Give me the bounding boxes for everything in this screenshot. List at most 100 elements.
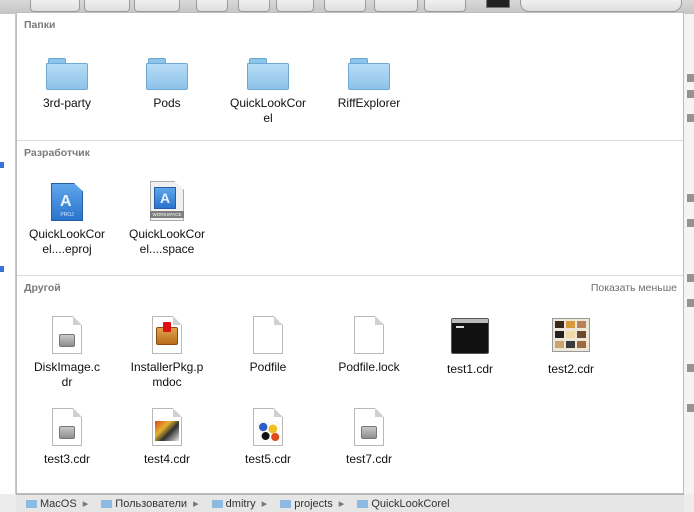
selection-marker bbox=[0, 162, 4, 168]
path-item-label: QuickLookCorel bbox=[371, 498, 450, 510]
item-label: Podfile bbox=[249, 360, 287, 374]
text-fragment bbox=[687, 299, 694, 307]
path-item-label: MacOS bbox=[40, 498, 77, 510]
xcode-workspace-icon: A WORKSPACE bbox=[150, 181, 184, 221]
blank-document-icon bbox=[354, 316, 384, 354]
toolbar-button[interactable] bbox=[424, 0, 466, 12]
item-label: DiskImage.cdr bbox=[33, 360, 101, 389]
file-item-diskimage[interactable]: DiskImage.cdr bbox=[19, 316, 115, 390]
disk-image-icon bbox=[354, 408, 384, 446]
path-item[interactable]: dmitry bbox=[211, 498, 256, 510]
folder-icon bbox=[247, 58, 289, 90]
path-item[interactable]: QuickLookCorel bbox=[357, 498, 450, 510]
path-item-label: dmitry bbox=[225, 498, 256, 510]
section-other: Другой Показать меньше DiskImage.cdr Ins… bbox=[17, 276, 683, 486]
section-folders: Папки 3rd-party Pods QuickLookCorel Riff… bbox=[17, 13, 683, 141]
path-item-label: projects bbox=[294, 498, 333, 510]
file-item-xcodeproj[interactable]: A PROJ QuickLookCorel....eproj bbox=[19, 183, 115, 257]
item-label: QuickLookCorel....eproj bbox=[28, 227, 106, 256]
text-fragment bbox=[687, 274, 694, 282]
disk-image-icon bbox=[52, 316, 82, 354]
separator: ▸ bbox=[338, 498, 345, 510]
toolbar-button[interactable] bbox=[84, 0, 130, 12]
section-developer: Разработчик A PROJ QuickLookCorel....epr… bbox=[17, 141, 683, 276]
toolbar-button[interactable] bbox=[238, 0, 270, 12]
item-label: RiffExplorer bbox=[337, 96, 401, 110]
section-header: Папки bbox=[24, 19, 56, 31]
file-item-podfile-lock[interactable]: Podfile.lock bbox=[321, 316, 417, 375]
item-label: Podfile.lock bbox=[338, 360, 400, 374]
folder-icon bbox=[46, 58, 88, 90]
folder-icon bbox=[146, 58, 188, 90]
folder-icon bbox=[101, 500, 113, 509]
file-item-test7[interactable]: test7.cdr bbox=[321, 408, 417, 467]
file-item-test4[interactable]: test4.cdr bbox=[119, 408, 215, 467]
folder-item-quicklookcorel[interactable]: QuickLookCorel bbox=[220, 58, 316, 126]
background-window-edge bbox=[683, 14, 694, 494]
path-bar: MacOS ▸ Пользователи ▸ dmitry ▸ projects ▸ Q… bbox=[16, 494, 684, 512]
folder-item-3rd-party[interactable]: 3rd-party bbox=[19, 58, 115, 111]
file-item-podfile[interactable]: Podfile bbox=[220, 316, 316, 375]
toolbar-button[interactable] bbox=[276, 0, 314, 12]
path-item-label: Пользователи bbox=[115, 498, 188, 510]
installer-package-icon bbox=[152, 316, 182, 354]
badge: WORKSPACE bbox=[150, 211, 184, 218]
file-item-test3[interactable]: test3.cdr bbox=[19, 408, 115, 467]
path-item[interactable]: MacOS bbox=[26, 498, 77, 510]
item-label: 3rd-party bbox=[42, 96, 92, 110]
file-chooser-popover: Папки 3rd-party Pods QuickLookCorel Riff… bbox=[16, 12, 684, 494]
text-fragment bbox=[687, 194, 694, 202]
terminal-thumbnail-icon bbox=[451, 318, 489, 354]
separator: ▸ bbox=[261, 498, 268, 510]
folder-item-riffexplorer[interactable]: RiffExplorer bbox=[321, 58, 417, 111]
text-fragment bbox=[687, 74, 694, 82]
color-swatch[interactable] bbox=[486, 0, 510, 8]
xcode-project-icon: A PROJ bbox=[51, 183, 83, 221]
show-less-link[interactable]: Показать меньше bbox=[591, 282, 677, 294]
item-label: QuickLookCorel....space bbox=[128, 227, 206, 256]
separator: ▸ bbox=[82, 498, 89, 510]
text-fragment bbox=[687, 114, 694, 122]
selection-marker bbox=[0, 266, 4, 272]
item-label: test7.cdr bbox=[345, 452, 393, 466]
home-icon bbox=[211, 500, 223, 509]
file-item-xcworkspace[interactable]: A WORKSPACE QuickLookCorel....space bbox=[119, 181, 215, 257]
file-item-test1[interactable]: test1.cdr bbox=[422, 318, 518, 377]
item-label: test1.cdr bbox=[446, 362, 494, 376]
folder-icon bbox=[280, 500, 292, 509]
text-fragment bbox=[687, 219, 694, 227]
folder-item-pods[interactable]: Pods bbox=[119, 58, 215, 111]
item-label: test3.cdr bbox=[43, 452, 91, 466]
disk-image-icon bbox=[52, 408, 82, 446]
fish-thumbnail-icon bbox=[152, 408, 182, 446]
file-item-test5[interactable]: test5.cdr bbox=[220, 408, 316, 467]
toolbar-button[interactable] bbox=[374, 0, 418, 12]
item-label: Pods bbox=[153, 96, 181, 110]
item-label: test5.cdr bbox=[244, 452, 292, 466]
text-fragment bbox=[687, 90, 694, 98]
toolbar-button[interactable] bbox=[324, 0, 366, 12]
separator: ▸ bbox=[193, 498, 199, 510]
path-item[interactable]: projects bbox=[280, 498, 333, 510]
text-fragment bbox=[687, 404, 694, 412]
item-label: test4.cdr bbox=[143, 452, 191, 466]
toolbar-button[interactable] bbox=[196, 0, 228, 12]
section-header: Разработчик bbox=[24, 147, 90, 159]
fish-collage-thumbnail-icon bbox=[253, 408, 283, 446]
folder-icon bbox=[348, 58, 390, 90]
item-label: test2.cdr bbox=[547, 362, 595, 376]
text-fragment bbox=[687, 364, 694, 372]
section-header: Другой bbox=[24, 282, 61, 294]
finder-sidebar-edge bbox=[0, 14, 16, 494]
disk-icon bbox=[26, 500, 37, 509]
toolbar-button[interactable] bbox=[30, 0, 80, 12]
file-item-test2[interactable]: test2.cdr bbox=[523, 318, 619, 377]
folder-icon bbox=[357, 500, 369, 509]
badge: PROJ bbox=[60, 212, 74, 218]
item-label: InstallerPkg.pmdoc bbox=[130, 360, 204, 389]
path-item[interactable]: Пользователи bbox=[101, 498, 187, 510]
search-field[interactable] bbox=[520, 0, 682, 12]
file-item-installerpkg[interactable]: InstallerPkg.pmdoc bbox=[119, 316, 215, 390]
toolbar-button[interactable] bbox=[134, 0, 180, 12]
item-label: QuickLookCorel bbox=[229, 96, 307, 125]
